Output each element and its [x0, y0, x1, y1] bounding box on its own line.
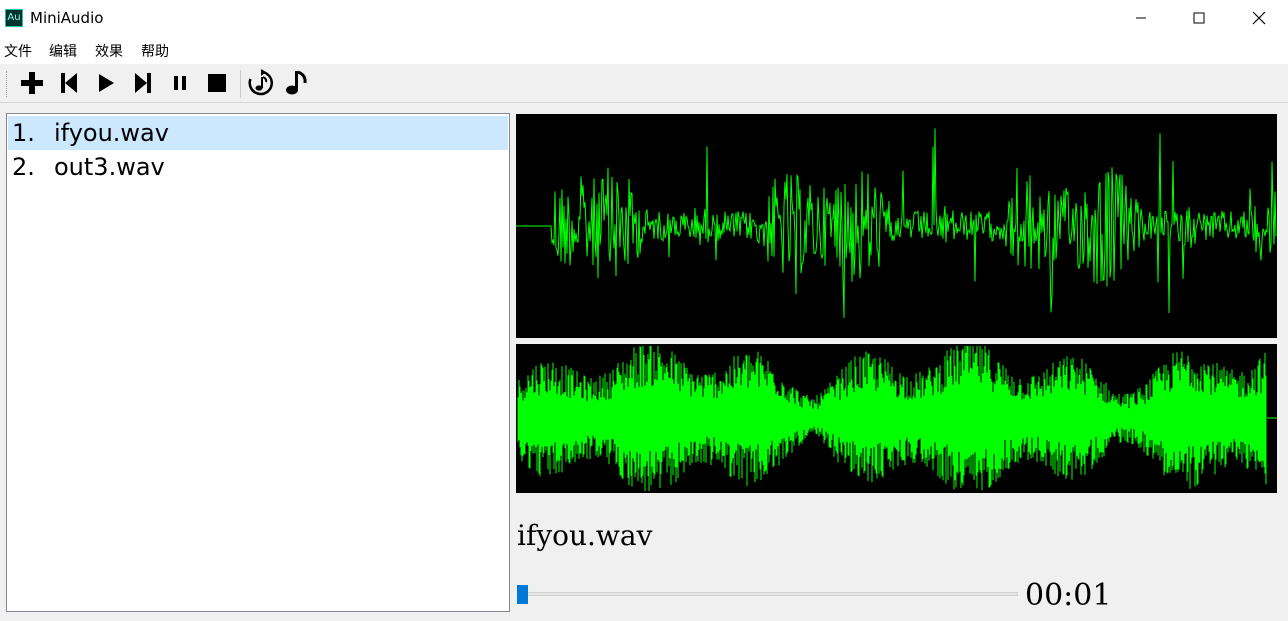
- close-icon: [1252, 11, 1266, 25]
- menu-file[interactable]: 文件: [4, 41, 32, 61]
- menu-help[interactable]: 帮助: [141, 41, 169, 61]
- close-button[interactable]: [1236, 0, 1282, 36]
- next-icon: [135, 73, 151, 93]
- loop-icon: [248, 69, 273, 96]
- waveform-detail-plot: [516, 128, 1277, 318]
- stop-icon: [208, 74, 226, 92]
- playlist-item-name: ifyou.wav: [54, 119, 169, 147]
- toolbar: [0, 64, 1288, 103]
- playlist-item[interactable]: 2. out3.wav: [8, 150, 508, 184]
- playlist[interactable]: 1. ifyou.wav 2. out3.wav: [6, 113, 510, 612]
- previous-button[interactable]: [53, 67, 85, 99]
- window-title: MiniAudio: [30, 9, 104, 27]
- minimize-icon: [1136, 17, 1146, 19]
- playlist-item-number: 2.: [12, 153, 35, 181]
- pause-button[interactable]: [164, 67, 196, 99]
- menu-bar: 文件 编辑 效果 帮助: [0, 36, 1288, 64]
- menu-effects[interactable]: 效果: [95, 41, 123, 61]
- waveform-detail-line: [516, 128, 1277, 318]
- time-display: 00:01: [1025, 578, 1112, 613]
- title-bar: Au MiniAudio: [0, 0, 1288, 36]
- waveform-detail: [516, 114, 1277, 338]
- toolbar-separator: [240, 70, 241, 98]
- pause-icon: [174, 76, 186, 90]
- add-button[interactable]: [16, 67, 48, 99]
- waveform-overview-plot: [517, 346, 1277, 491]
- maximize-button[interactable]: [1176, 0, 1222, 36]
- next-button[interactable]: [127, 67, 159, 99]
- waveform-overview-bars: [517, 346, 1277, 491]
- minimize-button[interactable]: [1118, 0, 1164, 36]
- seek-slider-track[interactable]: [526, 592, 1018, 596]
- seek-slider-thumb[interactable]: [517, 585, 528, 604]
- previous-icon: [61, 73, 77, 93]
- play-button[interactable]: [90, 67, 122, 99]
- playlist-item-number: 1.: [12, 119, 35, 147]
- play-icon: [99, 74, 114, 92]
- playlist-item-name: out3.wav: [54, 153, 165, 181]
- music-note-button[interactable]: [280, 67, 312, 99]
- now-playing-filename: ifyou.wav: [517, 519, 653, 552]
- toolbar-grip[interactable]: [6, 71, 9, 97]
- menu-edit[interactable]: 编辑: [49, 41, 77, 61]
- maximize-icon: [1193, 12, 1205, 24]
- add-icon: [21, 72, 43, 94]
- music-note-icon: [286, 70, 307, 95]
- stop-button[interactable]: [201, 67, 233, 99]
- app-logo-icon: Au: [5, 9, 23, 27]
- loop-button[interactable]: [245, 67, 277, 99]
- playlist-item[interactable]: 1. ifyou.wav: [8, 116, 508, 150]
- waveform-overview[interactable]: [516, 344, 1277, 493]
